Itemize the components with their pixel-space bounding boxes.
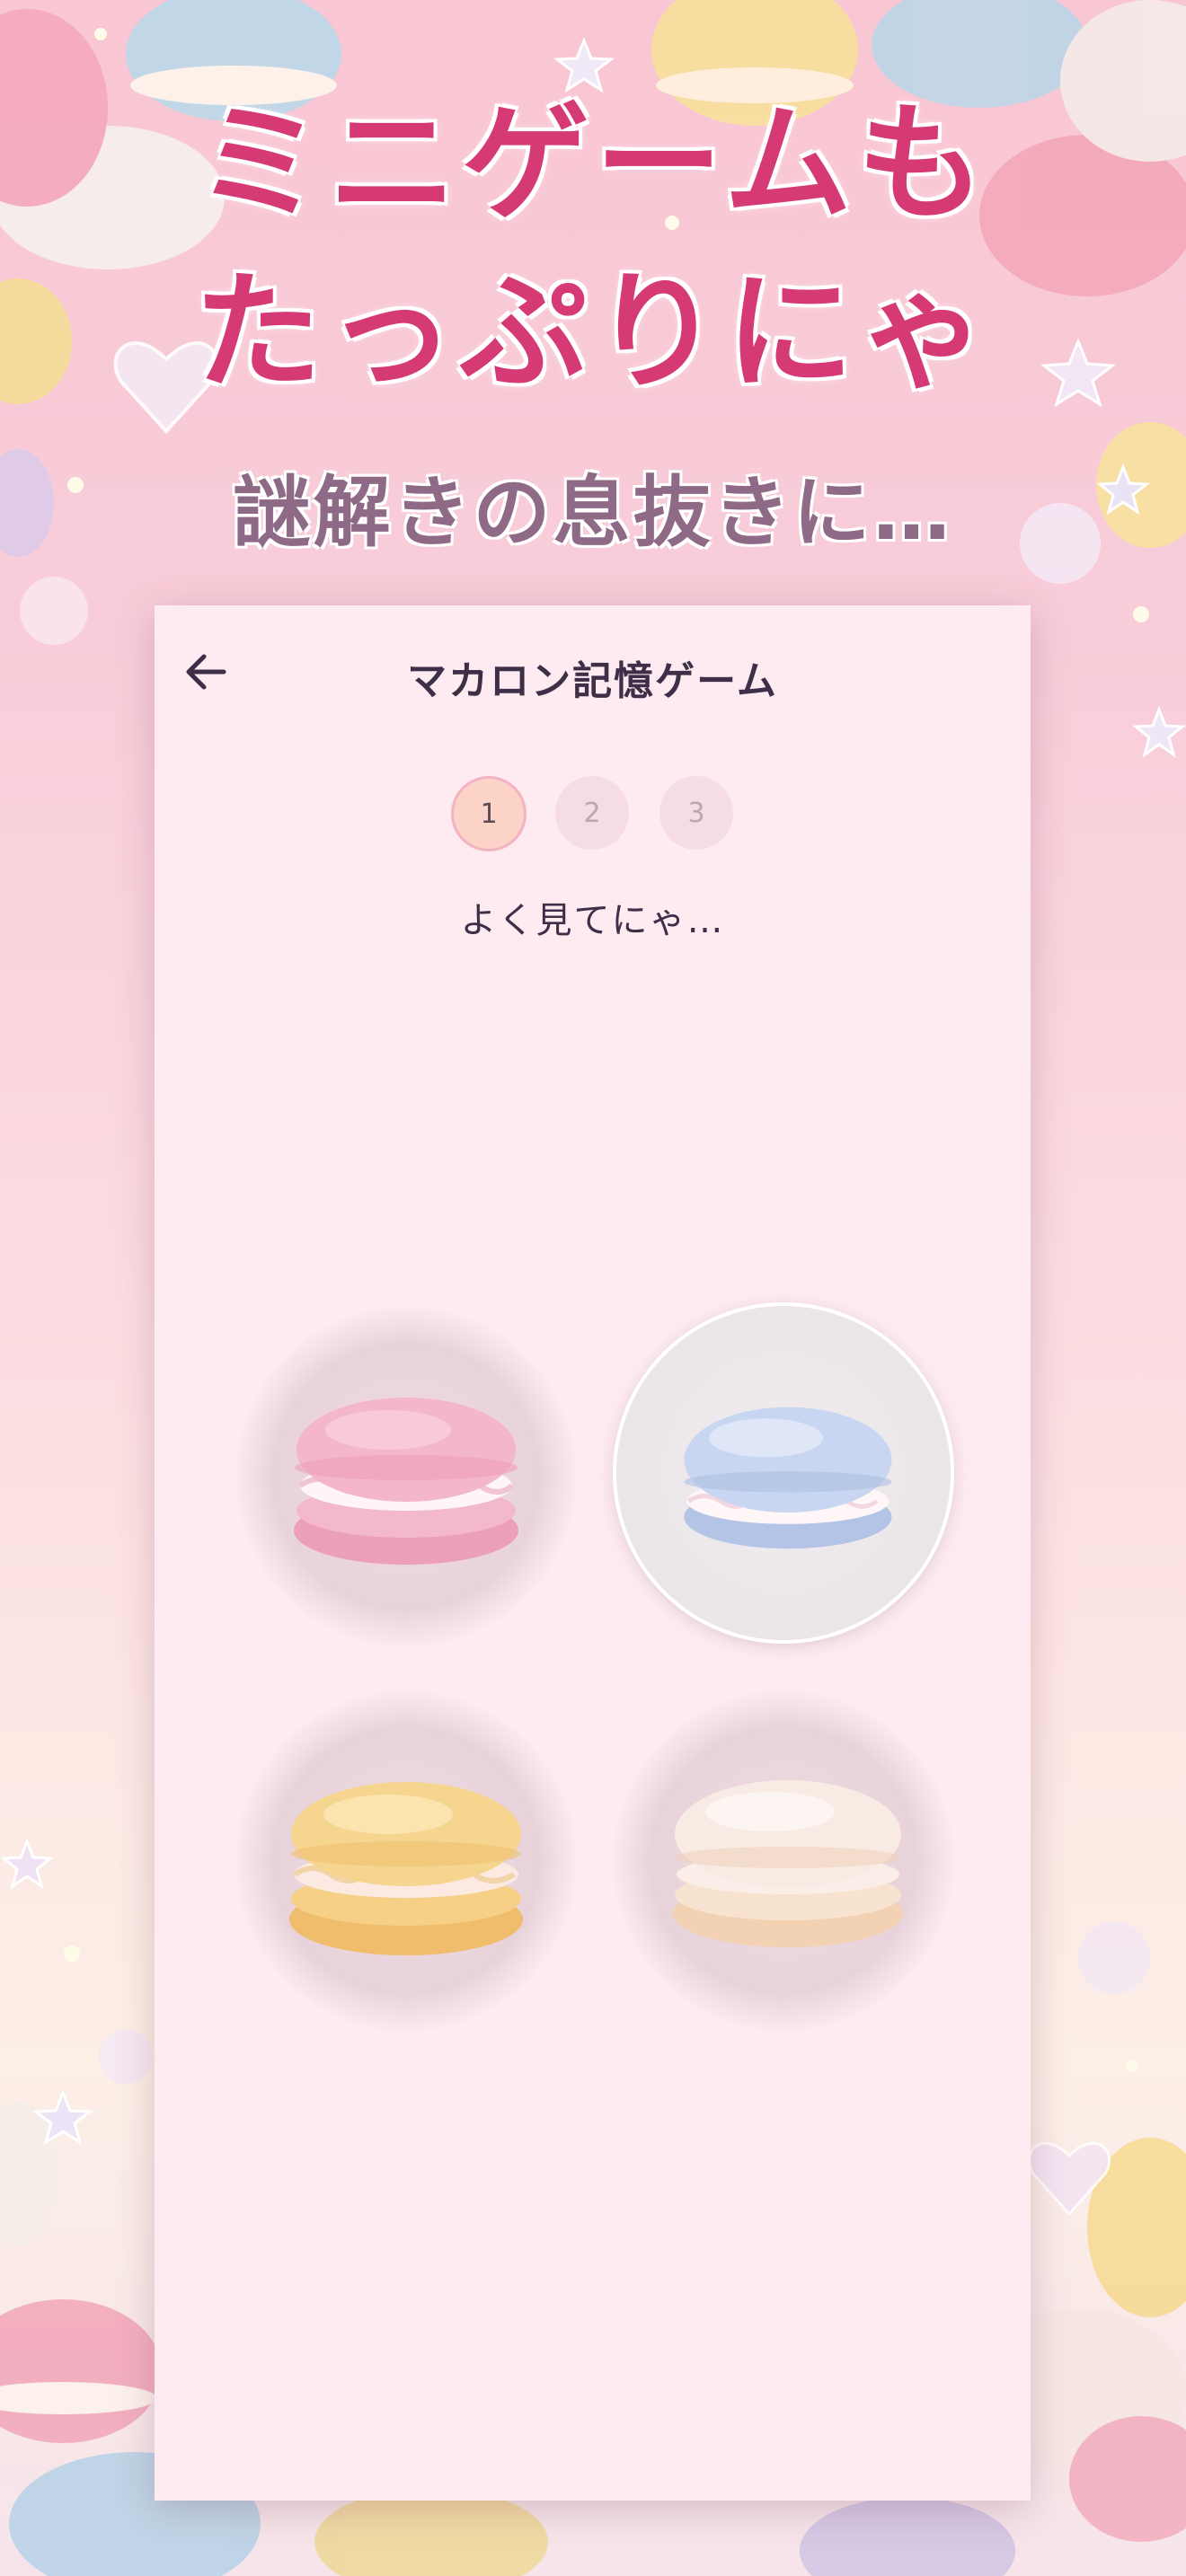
macaron-tile-yellow[interactable] bbox=[235, 1690, 577, 2032]
round-indicator: 1 2 3 bbox=[155, 776, 1031, 853]
white-macaron-icon bbox=[673, 1780, 903, 1947]
headline-line-2: たっぷりにゃ bbox=[194, 259, 992, 407]
macaron-tile-pink[interactable] bbox=[235, 1306, 577, 1647]
macaron-tile-blue[interactable] bbox=[613, 1302, 954, 1644]
round-step-3: 3 bbox=[659, 776, 733, 850]
round-step-2: 2 bbox=[555, 776, 629, 850]
page-title: マカロン記憶ゲーム bbox=[407, 658, 778, 704]
macaron-tile-white[interactable] bbox=[613, 1690, 954, 2032]
app-screen: マカロン記憶ゲーム 1 2 3 よく見てにゃ… bbox=[155, 605, 1031, 2501]
hint-text: よく見てにゃ… bbox=[460, 900, 725, 941]
headline-line-1: ミニゲームも bbox=[196, 90, 990, 238]
blue-macaron-icon bbox=[684, 1407, 892, 1549]
round-step-1: 1 bbox=[451, 776, 527, 851]
subheadline: 謎解きの息抜きに… bbox=[233, 468, 953, 558]
yellow-macaron-icon bbox=[289, 1782, 523, 1955]
pink-macaron-icon bbox=[294, 1398, 518, 1565]
top-bar: マカロン記憶ゲーム bbox=[155, 605, 1031, 740]
